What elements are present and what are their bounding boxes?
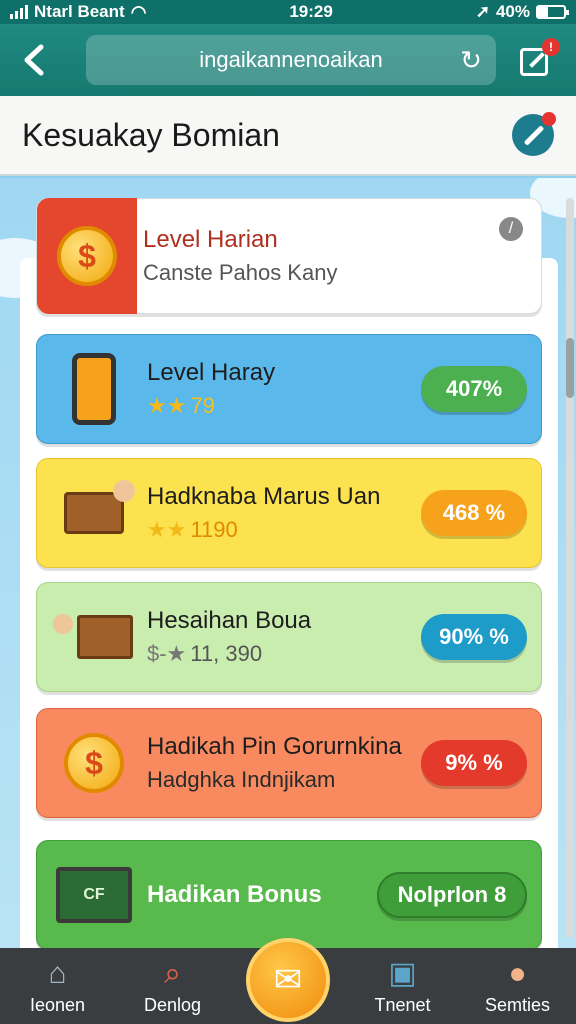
card-score: 1190 bbox=[190, 517, 238, 542]
nav-center-button[interactable]: ✉ bbox=[246, 938, 330, 1022]
nav-label: Tnenet bbox=[374, 994, 431, 1015]
card-hadikah[interactable]: $ Hadikah Pin Gorurnkina Hadghka Indnjik… bbox=[36, 708, 542, 818]
card-subtitle: $-★ 11, 390 bbox=[147, 641, 421, 667]
card-subtitle: Hadghka Indnjikam bbox=[147, 767, 336, 792]
nav-item-home[interactable]: ⌂ Ieonen bbox=[0, 948, 115, 1024]
bonus-badge[interactable]: Nolprlon 8 bbox=[377, 872, 527, 918]
url-bar[interactable]: ingaikannenoaikan ↻ bbox=[86, 35, 496, 85]
card-score: 11, 390 bbox=[190, 641, 263, 666]
crate-icon bbox=[77, 615, 133, 659]
chalkboard-icon: CF bbox=[56, 867, 132, 923]
board-thumbnail: CF bbox=[49, 850, 139, 940]
card-text: Hadknaba Marus Uan ★★ 1190 bbox=[147, 483, 421, 543]
battery-percent: 40% bbox=[495, 2, 530, 21]
coin-thumbnail: $ bbox=[37, 198, 137, 314]
location-icon: ➚ bbox=[475, 2, 490, 21]
percent-badge[interactable]: 468 % bbox=[421, 490, 527, 536]
person-icon bbox=[113, 480, 135, 502]
card-subtitle: Canste Pahos Kany bbox=[143, 260, 338, 285]
pencil-icon bbox=[523, 125, 545, 146]
page-title: Kesuakay Bomian bbox=[22, 116, 280, 153]
card-hadikan-bonus[interactable]: CF Hadikan Bonus Nolprlon 8 bbox=[36, 840, 542, 950]
search-icon: ⌕ bbox=[164, 956, 181, 990]
envelope-icon: ✉ bbox=[273, 961, 303, 999]
back-button[interactable] bbox=[14, 40, 54, 80]
scrollbar-thumb[interactable] bbox=[566, 338, 574, 398]
home-icon: ⌂ bbox=[48, 956, 67, 990]
status-left: Ntarl Beant ◠ bbox=[10, 2, 146, 23]
card-title: Hadknaba Marus Uan bbox=[147, 483, 381, 510]
nav-label: Denlog bbox=[143, 994, 202, 1015]
card-title: Level Harian bbox=[143, 226, 278, 253]
scrollbar[interactable] bbox=[566, 198, 574, 938]
card-title: Hadikan Bonus bbox=[147, 881, 322, 908]
card-hesaihan[interactable]: Hesaihan Boua $-★ 11, 390 90% % bbox=[36, 582, 542, 692]
status-bar: Ntarl Beant ◠ 19:29 ➚ 40% bbox=[0, 0, 576, 24]
coin-thumbnail: $ bbox=[49, 718, 139, 808]
reload-icon[interactable]: ↻ bbox=[456, 45, 486, 75]
carrier-name: Ntarl Beant bbox=[34, 2, 125, 21]
card-hadknaba[interactable]: Hadknaba Marus Uan ★★ 1190 468 % bbox=[36, 458, 542, 568]
card-title: Hesaihan Boua bbox=[147, 607, 312, 634]
compose-button[interactable] bbox=[512, 112, 556, 156]
signal-icon bbox=[10, 5, 28, 19]
card-text: Level Harian Canste Pahos Kany bbox=[143, 226, 541, 286]
card-text: Hadikan Bonus bbox=[147, 881, 377, 909]
pin-icon[interactable]: / bbox=[499, 217, 523, 241]
person-icon bbox=[53, 614, 73, 634]
percent-badge[interactable]: 407% bbox=[421, 366, 527, 412]
percent-badge[interactable]: 9% % bbox=[421, 740, 527, 786]
gift-icon: ▣ bbox=[388, 957, 417, 990]
battery-icon bbox=[535, 5, 569, 19]
status-time: 19:29 bbox=[289, 2, 333, 21]
crate-thumbnail bbox=[49, 592, 139, 682]
alert-dot bbox=[542, 112, 556, 126]
card-text: Level Haray ★★ 79 bbox=[147, 359, 421, 419]
card-score: 79 bbox=[190, 393, 215, 418]
url-text: ingaikannenoaikan bbox=[199, 47, 383, 72]
profile-icon: ● bbox=[508, 956, 527, 990]
stars-icon: ★★ bbox=[147, 517, 187, 542]
edit-button[interactable]: ! bbox=[518, 38, 560, 78]
nav-label: Ieonen bbox=[29, 994, 86, 1015]
card-text: Hesaihan Boua $-★ 11, 390 bbox=[147, 607, 421, 667]
phone-thumbnail bbox=[49, 344, 139, 434]
stars-icon: $-★ bbox=[147, 641, 187, 666]
phone-icon bbox=[72, 353, 116, 425]
nav-label: Semties bbox=[484, 994, 551, 1015]
wifi-icon: ◠ bbox=[130, 1, 147, 22]
back-arrow-icon bbox=[24, 44, 44, 76]
nav-item-search[interactable]: ⌕ Denlog bbox=[115, 948, 230, 1024]
card-level-haray[interactable]: Level Haray ★★ 79 407% bbox=[36, 334, 542, 444]
percent-badge[interactable]: 90% % bbox=[421, 614, 527, 660]
page-header: Kesuakay Bomian bbox=[0, 96, 576, 176]
nav-item-profile[interactable]: ● Semties bbox=[460, 948, 575, 1024]
stars-icon: ★★ bbox=[147, 393, 187, 418]
dollar-coin-icon: $ bbox=[64, 733, 124, 793]
card-subtitle: ★★ 79 bbox=[147, 393, 421, 419]
nav-item-gift[interactable]: ▣ Tnenet bbox=[345, 948, 460, 1024]
dollar-coin-icon: $ bbox=[57, 226, 117, 286]
card-subtitle: ★★ 1190 bbox=[147, 517, 421, 543]
card-text: Hadikah Pin Gorurnkina Hadghka Indnjikam bbox=[147, 733, 421, 793]
browser-bar: ingaikannenoaikan ↻ ! bbox=[0, 24, 576, 96]
chalkboard-text: CF bbox=[83, 886, 105, 903]
status-right: ➚ 40% bbox=[475, 2, 569, 22]
notification-badge: ! bbox=[542, 38, 560, 56]
chest-thumbnail bbox=[49, 468, 139, 558]
card-title: Level Haray bbox=[147, 359, 276, 386]
card-title: Hadikah Pin Gorurnkina bbox=[147, 733, 402, 760]
card-level-harian[interactable]: $ Level Harian Canste Pahos Kany / bbox=[36, 198, 542, 314]
